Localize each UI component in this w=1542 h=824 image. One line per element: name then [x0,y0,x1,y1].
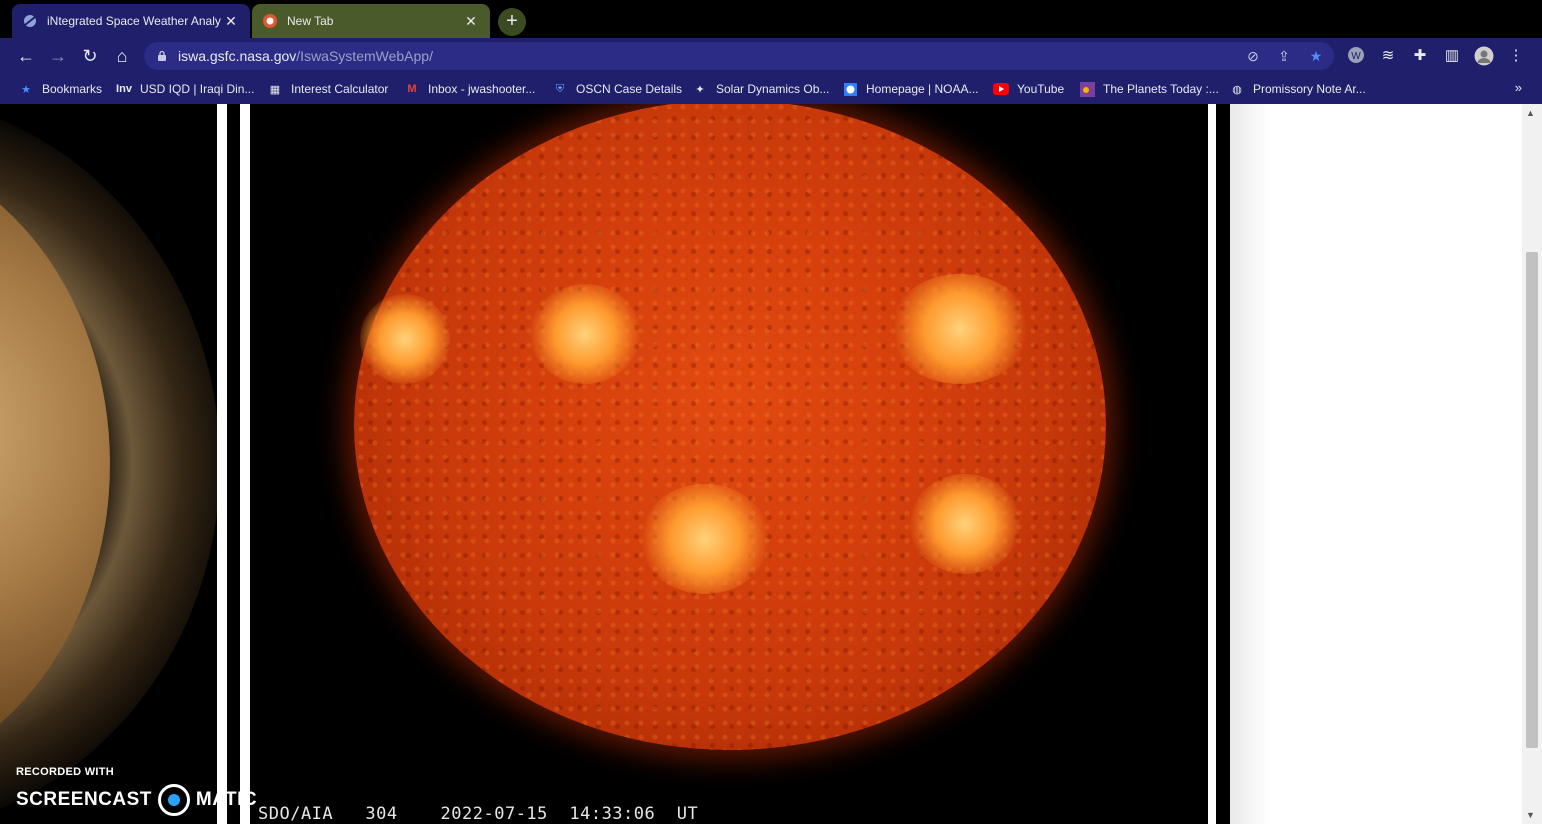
bookmark-label: YouTube [1017,82,1065,96]
page-content: SDO/AIA 304 2022-07-15 14:33:06 UT ▲ ▼ [0,104,1542,824]
browser-window: iNtegrated Space Weather Analy ✕ New Tab… [0,0,1542,824]
bookmark-label: Promissory Note Ar... [1253,82,1366,96]
bookmark-label: Interest Calculator [291,82,389,96]
calculator-icon: ▦ [269,83,281,96]
bookmark-label: OSCN Case Details [576,82,683,96]
bookmark-item[interactable]: ◍ Promissory Note Ar... [1229,80,1366,98]
instrument-label: SDO/AIA [258,804,334,824]
bookmark-item[interactable]: ▦ Interest Calculator [267,80,389,98]
puzzle-icon[interactable]: ✚ [1410,46,1430,66]
bookmark-label: Solar Dynamics Ob... [716,82,830,96]
panel-border [240,104,250,824]
tab-new-tab[interactable]: New Tab ✕ [252,4,490,38]
home-button[interactable]: ⌂ [110,44,134,68]
youtube-icon [993,81,1009,97]
new-tab-button[interactable]: + [498,8,526,36]
panel-gap [1216,104,1230,824]
sun-image-main: SDO/AIA 304 2022-07-15 14:33:06 UT [250,104,1208,824]
bookmark-label: Bookmarks [42,82,103,96]
bookmark-item[interactable]: Homepage | NOAA... [842,80,979,98]
bookmark-item[interactable]: ⛨ OSCN Case Details [552,80,682,98]
extension-w-icon[interactable]: W [1346,46,1366,66]
bookmark-star-icon[interactable]: ★ [1307,47,1325,65]
bookmark-item[interactable]: Inv USD IQD | Iraqi Din... [116,80,254,98]
reload-button[interactable]: ↻ [78,44,102,68]
active-region [890,274,1030,384]
planets-icon [1079,81,1095,97]
bookmark-item[interactable]: M Inbox - jwashooter... [404,80,535,98]
screencast-watermark: RECORDED WITH SCREENCAST MATIC [16,766,257,816]
timestamp-label: 2022-07-15 14:33:06 UT [440,804,699,824]
forward-button[interactable]: → [46,44,70,68]
bookmark-label: The Planets Today :... [1103,82,1219,96]
back-button[interactable]: ← [14,44,38,68]
active-region [640,484,770,594]
brand-left: SCREENCAST [16,789,152,810]
tab-title: iNtegrated Space Weather Analy [47,14,221,28]
bookmark-item[interactable]: The Planets Today :... [1079,80,1219,98]
side-panel-icon[interactable]: ▥ [1442,46,1462,66]
gmail-icon: M [407,83,417,95]
close-icon[interactable]: ✕ [462,13,480,30]
share-icon[interactable]: ⇪ [1275,47,1293,65]
watermark-caption: RECORDED WITH [16,766,115,778]
tab-title: New Tab [287,14,334,28]
watermark-brand: SCREENCAST MATIC [16,784,257,816]
extension-wave-icon[interactable]: ≋ [1378,46,1398,66]
url-path: /IswaSystemWebApp/ [296,48,433,64]
bookmark-item[interactable]: ★ Bookmarks [18,80,102,98]
panel-border [1208,104,1216,824]
close-icon[interactable]: ✕ [222,13,240,30]
url-host: iswa.gsfc.nasa.gov [178,48,297,64]
right-panel [1230,104,1522,824]
sun-texture [354,104,1106,750]
investing-icon: Inv [116,83,132,95]
noaa-icon [842,81,858,97]
active-region [530,284,640,384]
sun-image-left [0,104,217,824]
eye-off-icon[interactable]: ⊘ [1244,47,1262,65]
active-region [910,474,1020,574]
tab-iswa[interactable]: iNtegrated Space Weather Analy ✕ [12,4,250,38]
bookmark-item[interactable]: YouTube [993,80,1064,98]
satellite-icon: ✦ [695,83,705,96]
toolbar: ← → ↻ ⌂ iswa.gsfc.nasa.gov/IswaSystemWeb… [0,38,1542,74]
wavelength-label: 304 [365,804,398,824]
scroll-down-icon[interactable]: ▼ [1526,810,1535,820]
brand-right: MATIC [195,789,258,810]
bookmark-label: USD IQD | Iraqi Din... [140,82,255,96]
bookmark-label: Homepage | NOAA... [866,82,979,96]
menu-icon[interactable]: ⋮ [1506,46,1526,66]
avatar[interactable] [1474,46,1494,66]
url-text: iswa.gsfc.nasa.gov/IswaSystemWebApp/ [178,48,433,64]
screencast-logo-icon [157,784,190,816]
shield-icon: ⛨ [555,82,565,95]
panel-gap [227,104,240,824]
panel-border [217,104,227,824]
lock-icon [158,50,166,61]
bookmark-label: Inbox - jwashooter... [428,82,536,96]
star-icon: ★ [21,83,31,96]
satellite-icon [22,13,38,29]
svg-text:W: W [1351,51,1361,62]
active-region [360,294,450,384]
tab-strip: iNtegrated Space Weather Analy ✕ New Tab… [0,0,1542,38]
image-caption: SDO/AIA 304 2022-07-15 14:33:06 UT [258,804,698,824]
duckduckgo-icon [262,13,278,29]
address-bar[interactable]: iswa.gsfc.nasa.gov/IswaSystemWebApp/ ⊘ ⇪… [144,42,1334,70]
bookmarks-bar: ★ Bookmarks Inv USD IQD | Iraqi Din... ▦ In… [0,74,1542,104]
vertical-scrollbar[interactable]: ▲ ▼ [1522,104,1542,824]
globe-icon: ◍ [1232,83,1242,96]
bookmark-item[interactable]: ✦ Solar Dynamics Ob... [692,80,829,98]
bookmarks-overflow-button[interactable]: » [1515,80,1522,95]
scroll-up-icon[interactable]: ▲ [1526,108,1535,118]
scrollbar-thumb[interactable] [1526,252,1538,748]
